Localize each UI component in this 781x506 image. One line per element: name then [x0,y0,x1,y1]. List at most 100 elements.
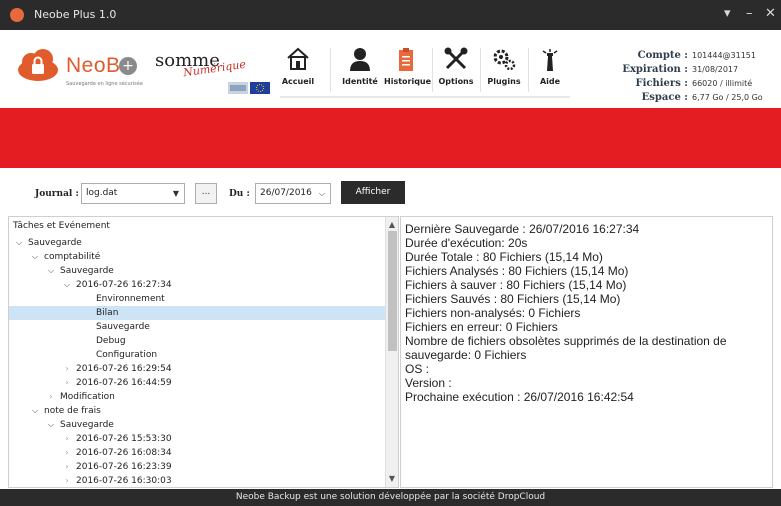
close-button[interactable]: ✕ [765,6,776,21]
app-logo-icon [10,8,24,22]
tree-row[interactable]: › 2016-07-26 16:30:03 [9,474,385,487]
gears-icon [493,49,516,71]
account-row-fichiers: Fichiers :66020 / illimité [600,71,763,89]
tree-row[interactable]: Bilan [9,306,385,320]
chevron-right-icon[interactable]: › [61,376,73,390]
tree-row[interactable]: › 2016-07-26 15:53:30 [9,432,385,446]
tree-row-label: Sauvegarde [60,266,114,276]
tree-row-label: 2016-07-26 15:53:30 [76,434,172,444]
minimize-button[interactable]: – [746,6,753,21]
header: NeoBe + Sauvegarde en ligne sécurisée so… [0,30,781,108]
tree-row[interactable]: ⌵ Sauvegarde [9,418,385,432]
chevron-right-icon[interactable]: › [61,474,73,487]
cloud-lock-icon [18,49,58,81]
nav-underline [280,96,570,98]
detail-line: Dernière Sauvegarde : 26/07/2016 16:27:3… [405,222,640,236]
tree-row[interactable]: › 2016-07-26 16:29:54 [9,362,385,376]
detail-line: OS : [405,362,430,376]
tree-row[interactable]: › 2016-07-26 16:23:39 [9,460,385,474]
tree-row-label: Sauvegarde [60,420,114,430]
tree-row-label: 2016-07-26 16:30:03 [76,476,172,486]
tree-row-label: 2016-07-26 16:29:54 [76,364,172,374]
tree-row-label: Environnement [96,294,165,304]
journal-select[interactable]: log.dat ▼ [81,183,185,204]
status-bar: Neobe Backup est une solution développée… [0,489,781,506]
tree-row-label: comptabilité [44,252,101,262]
chevron-down-icon[interactable]: ⌵ [29,250,41,264]
date-select[interactable]: 26/07/2016 ⌵ [255,183,331,204]
tree-row[interactable]: › 2016-07-26 16:08:34 [9,446,385,460]
detail-line: Fichiers Analysés : 80 Fichiers (15,14 M… [405,264,629,278]
tree-row[interactable]: Configuration [9,348,385,362]
nav-accueil[interactable]: Accueil [278,46,318,86]
chevron-right-icon[interactable]: › [61,446,73,460]
afficher-button[interactable]: Afficher [341,181,405,204]
partner-flags-icon [228,82,270,94]
tree-row-label: note de frais [44,406,101,416]
detail-line: Fichiers en erreur: 0 Fichiers [405,320,558,334]
nav-label: Accueil [281,77,315,86]
nav-divider [528,48,529,92]
scroll-up-icon[interactable]: ▲ [386,219,398,231]
account-row-compte: Compte :101444@31151 [600,43,763,61]
nav-label: Historique [384,77,432,86]
chevron-down-icon[interactable]: ⌵ [61,278,73,292]
tree-row-label: Modification [60,392,115,402]
chevron-down-icon[interactable]: ⌵ [45,418,57,432]
brand-tagline: Sauvegarde en ligne sécurisée [66,81,143,87]
nav-options[interactable]: Options [436,46,476,86]
menu-icon[interactable]: ▾ [724,6,731,21]
chevron-down-icon[interactable]: ⌵ [29,404,41,418]
chevron-right-icon[interactable]: › [61,460,73,474]
nav-aide[interactable]: Aide [532,46,568,86]
nav-divider [330,48,331,92]
chevron-down-icon[interactable]: ⌵ [13,236,25,250]
detail-line: Fichiers à sauver : 80 Fichiers (15,14 M… [405,278,627,292]
events-tree-panel[interactable]: Tâches et Evénement ⌵ Sauvegarde ⌵ comptabi… [8,216,399,488]
chevron-right-icon[interactable]: › [61,362,73,376]
brand-plus-badge: + [119,57,137,75]
tree-row[interactable]: Sauvegarde [9,320,385,334]
chevron-down-icon: ⌵ [318,189,325,198]
tree-row[interactable]: ⌵ comptabilité [9,250,385,264]
tree-row-label: Sauvegarde [96,322,150,332]
detail-line: Version : [405,376,452,390]
chevron-down-icon: ▼ [172,189,179,198]
tree-row[interactable]: ⌵ note de frais [9,404,385,418]
tree-row-label: 2016-07-26 16:08:34 [76,448,172,458]
account-key: Espace : [641,92,688,103]
nav-historique[interactable]: Historique [384,46,432,86]
tree-row-label: Configuration [96,350,158,360]
nav-label: Aide [539,77,561,86]
nav-label: Options [438,77,474,86]
clipboard-icon [399,48,413,71]
nav-divider [432,48,433,92]
chevron-right-icon[interactable]: › [45,390,57,404]
tree-row[interactable]: › Modification [9,390,385,404]
scrollbar-thumb[interactable] [388,231,397,351]
account-row-espace: Espace : 6,77 Go / 25,0 Go [600,85,763,103]
chevron-right-icon[interactable]: › [61,432,73,446]
tree-row-label: Debug [96,336,126,346]
account-info: Compte :101444@31151 Expiration :31/08/2… [600,43,763,103]
tree-scrollbar[interactable]: ▲ ▼ [385,217,398,487]
tree-row[interactable]: › 2016-07-26 16:44:59 [9,376,385,390]
journal-toolbar: Journal : log.dat ▼ ... Du : 26/07/2016 … [0,168,781,216]
scroll-down-icon[interactable]: ▼ [386,473,398,485]
tree-row[interactable]: Debug [9,334,385,348]
details-panel: Dernière Sauvegarde : 26/07/2016 16:27:3… [400,216,773,488]
tree-row[interactable]: Environnement [9,292,385,306]
tree-row[interactable]: ⌵ 2016-07-26 16:27:34 [9,278,385,292]
red-banner [0,108,781,168]
tree-row[interactable]: ⌵ Sauvegarde [9,236,385,250]
tools-icon [444,47,468,70]
app-window: Neobe Plus 1.0 ▾ – ✕ NeoBe + Sauvegarde … [0,0,781,506]
nav-identite[interactable]: Identité [340,46,380,86]
chevron-down-icon[interactable]: ⌵ [45,264,57,278]
detail-line: Prochaine exécution : 26/07/2016 16:42:5… [405,390,634,404]
detail-line: sauvegarde: 0 Fichiers [405,348,527,362]
nav-plugins[interactable]: Plugins [484,46,524,86]
browse-button[interactable]: ... [195,183,217,204]
tree-row[interactable]: ⌵ Sauvegarde [9,264,385,278]
tree-header: Tâches et Evénement [13,221,110,231]
